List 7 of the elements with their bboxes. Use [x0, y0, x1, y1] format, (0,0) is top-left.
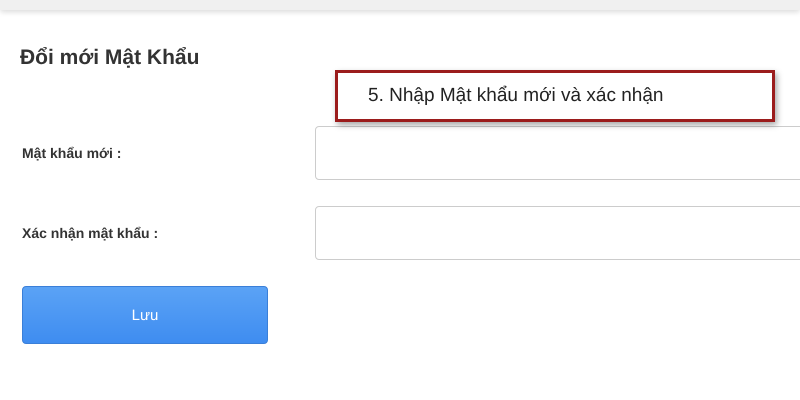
field-label: Mật khẩu mới :	[22, 145, 122, 161]
input-field[interactable]	[315, 206, 800, 260]
save-button[interactable]: Lưu	[22, 286, 268, 344]
callout-note: 5. Nhập Mật khẩu mới và xác nhận	[335, 70, 775, 122]
field-label: Xác nhận mật khẩu :	[22, 225, 160, 241]
page-title: Đổi mới Mật Khẩu	[20, 46, 200, 70]
input-field[interactable]	[315, 126, 800, 180]
